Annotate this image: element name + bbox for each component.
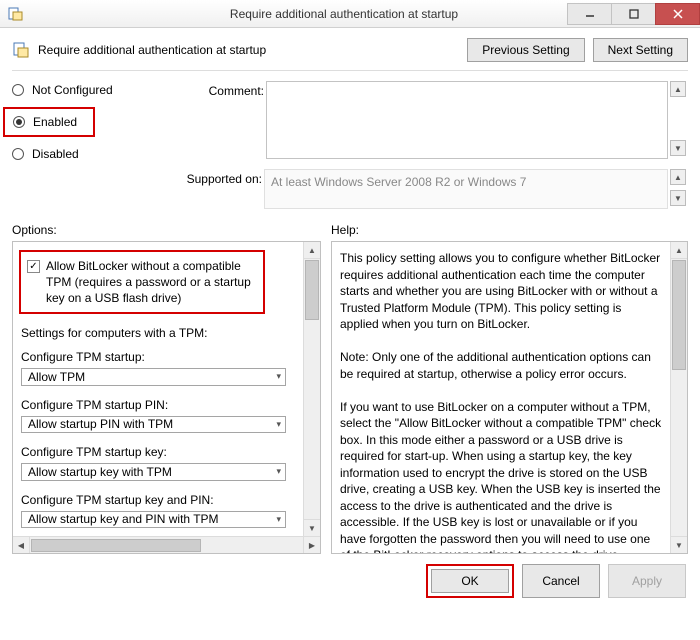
supported-on-label: Supported on:: [12, 169, 262, 186]
cfg-pin-select[interactable]: Allow startup PIN with TPM ▾: [21, 416, 286, 434]
scroll-down-icon[interactable]: ▼: [671, 536, 687, 553]
scroll-down-icon[interactable]: ▼: [304, 519, 320, 536]
options-vscrollbar[interactable]: ▲ ▼: [303, 242, 320, 536]
ok-button[interactable]: OK: [431, 569, 509, 593]
scroll-right-icon[interactable]: ▶: [303, 537, 320, 554]
scroll-up-icon[interactable]: ▲: [304, 242, 320, 259]
cfg-startup-select[interactable]: Allow TPM ▾: [21, 368, 286, 386]
apply-button[interactable]: Apply: [608, 564, 686, 598]
ok-highlight: OK: [426, 564, 514, 598]
cfg-pin-label: Configure TPM startup PIN:: [21, 398, 295, 412]
select-value: Allow TPM: [28, 370, 85, 384]
options-pane: ✓ Allow BitLocker without a compatible T…: [12, 241, 321, 554]
help-label: Help:: [331, 223, 688, 237]
state-label: Disabled: [32, 147, 79, 161]
options-hscrollbar[interactable]: ◀ ▶: [13, 536, 320, 553]
cfg-key-label: Configure TPM startup key:: [21, 445, 295, 459]
select-value: Allow startup PIN with TPM: [28, 417, 173, 431]
cfg-key-pin-label: Configure TPM startup key and PIN:: [21, 493, 295, 507]
policy-title: Require additional authentication at sta…: [38, 43, 459, 57]
app-icon: [6, 5, 24, 23]
window-title: Require additional authentication at sta…: [30, 7, 658, 21]
state-label: Enabled: [33, 115, 77, 129]
chevron-down-icon: ▾: [276, 419, 281, 430]
scroll-up-icon[interactable]: ▲: [671, 242, 687, 259]
scroll-thumb[interactable]: [31, 539, 201, 552]
titlebar: Require additional authentication at sta…: [0, 0, 700, 28]
comment-field[interactable]: [266, 81, 668, 159]
radio-icon: [13, 116, 25, 128]
tpm-section-label: Settings for computers with a TPM:: [21, 326, 295, 340]
chevron-down-icon: ▾: [276, 371, 281, 382]
chevron-down-icon: ▾: [276, 466, 281, 477]
comment-spin-up[interactable]: ▲: [670, 81, 686, 97]
checkbox-icon: ✓: [27, 260, 40, 273]
chevron-down-icon: ▾: [276, 514, 281, 525]
minimize-button[interactable]: [567, 3, 612, 25]
supported-spin-down[interactable]: ▼: [670, 190, 686, 206]
options-label: Options:: [12, 223, 321, 237]
window-controls: [568, 3, 700, 25]
cfg-startup-label: Configure TPM startup:: [21, 350, 295, 364]
supported-spin-up[interactable]: ▲: [670, 169, 686, 185]
allow-no-tpm-label: Allow BitLocker without a compatible TPM…: [46, 258, 257, 306]
policy-icon: [12, 41, 30, 59]
comment-label: Comment:: [184, 81, 264, 98]
help-vscrollbar[interactable]: ▲ ▼: [670, 242, 687, 553]
state-label: Not Configured: [32, 83, 113, 97]
maximize-button[interactable]: [611, 3, 656, 25]
radio-icon: [12, 148, 24, 160]
select-value: Allow startup key with TPM: [28, 465, 172, 479]
cfg-key-pin-select[interactable]: Allow startup key and PIN with TPM ▾: [21, 511, 286, 529]
close-button[interactable]: [655, 3, 700, 25]
cfg-key-select[interactable]: Allow startup key with TPM ▾: [21, 463, 286, 481]
scroll-left-icon[interactable]: ◀: [13, 537, 30, 554]
cancel-button[interactable]: Cancel: [522, 564, 600, 598]
next-setting-button[interactable]: Next Setting: [593, 38, 688, 62]
scroll-thumb[interactable]: [672, 260, 686, 370]
supported-on-value: At least Windows Server 2008 R2 or Windo…: [264, 169, 668, 209]
previous-setting-button[interactable]: Previous Setting: [467, 38, 584, 62]
state-not-configured[interactable]: Not Configured: [12, 83, 182, 97]
radio-icon: [12, 84, 24, 96]
help-text: This policy setting allows you to config…: [340, 250, 662, 553]
state-disabled[interactable]: Disabled: [12, 147, 182, 161]
comment-spin-down[interactable]: ▼: [670, 140, 686, 156]
help-pane: This policy setting allows you to config…: [331, 241, 688, 554]
scroll-thumb[interactable]: [305, 260, 319, 320]
select-value: Allow startup key and PIN with TPM: [28, 512, 219, 526]
state-enabled[interactable]: Enabled: [3, 107, 95, 137]
allow-bitlocker-without-tpm-checkbox[interactable]: ✓ Allow BitLocker without a compatible T…: [19, 250, 265, 314]
